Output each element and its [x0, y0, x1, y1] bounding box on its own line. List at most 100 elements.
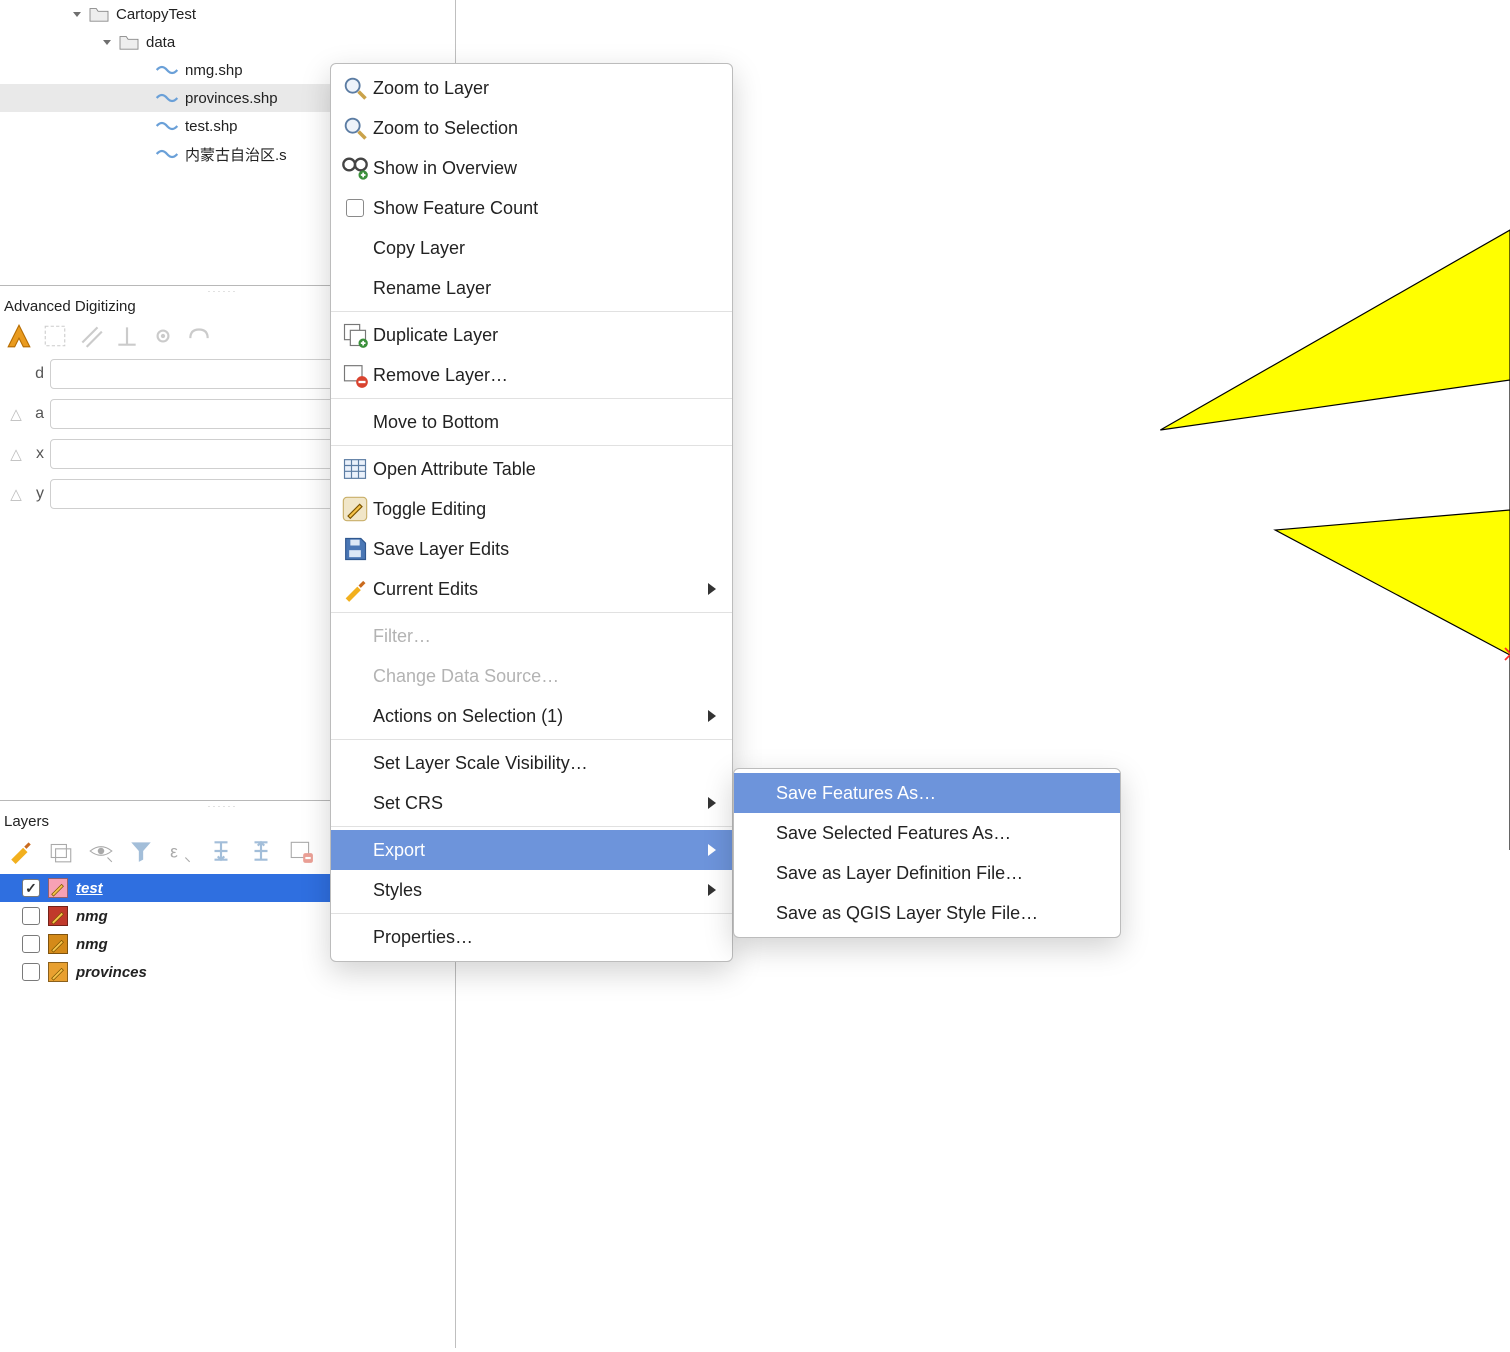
delta-lock-icon[interactable]: △ — [6, 485, 26, 503]
submenu-item-label: Save as QGIS Layer Style File… — [776, 903, 1104, 924]
menu-item-label: Current Edits — [373, 579, 708, 600]
menu-item[interactable]: Save Layer Edits — [331, 529, 732, 569]
menu-item-label: Actions on Selection (1) — [373, 706, 708, 727]
overview-icon — [341, 156, 369, 180]
menu-icon-empty — [341, 236, 369, 260]
menu-item-label: Remove Layer… — [373, 365, 716, 386]
submenu-item[interactable]: Save Selected Features As… — [734, 813, 1120, 853]
menu-icon-empty — [744, 901, 772, 925]
submenu-item[interactable]: Save as Layer Definition File… — [734, 853, 1120, 893]
menu-item[interactable]: Set Layer Scale Visibility… — [331, 743, 732, 783]
menu-item-label: Set CRS — [373, 793, 708, 814]
duplicate-icon — [341, 323, 369, 347]
submenu-item[interactable]: Save as QGIS Layer Style File… — [734, 893, 1120, 933]
menu-item[interactable]: Set CRS — [331, 783, 732, 823]
manage-visibility-icon[interactable] — [88, 838, 114, 864]
browser-item[interactable]: CartopyTest — [0, 0, 445, 28]
export-submenu: Save Features As… Save Selected Features… — [733, 768, 1121, 938]
menu-item[interactable]: Copy Layer — [331, 228, 732, 268]
menu-item[interactable]: Move to Bottom — [331, 402, 732, 442]
menu-separator — [331, 445, 732, 446]
menu-icon-empty — [744, 861, 772, 885]
add-group-icon[interactable] — [48, 838, 74, 864]
menu-item: Filter… — [331, 616, 732, 656]
current-edits-icon — [341, 577, 369, 601]
layer-row[interactable]: provinces — [0, 958, 445, 986]
folder-icon — [88, 5, 110, 23]
menu-separator — [331, 739, 732, 740]
browser-item-label: provinces.shp — [185, 90, 278, 107]
menu-item-label: Zoom to Layer — [373, 78, 716, 99]
zoom-select-icon — [341, 116, 369, 140]
cad-settings-icon[interactable] — [150, 323, 176, 349]
delta-lock-icon[interactable]: △ — [6, 405, 26, 423]
menu-item[interactable]: Show in Overview — [331, 148, 732, 188]
cad-enable-icon[interactable] — [6, 323, 32, 349]
layer-context-menu: Zoom to Layer Zoom to Selection Show in … — [330, 63, 733, 962]
cad-perpendicular-icon[interactable] — [114, 323, 140, 349]
menu-item-label: Move to Bottom — [373, 412, 716, 433]
remove-layer-icon[interactable] — [288, 838, 314, 864]
menu-item-label: Filter… — [373, 626, 716, 647]
menu-item[interactable]: Zoom to Selection — [331, 108, 732, 148]
browser-item-label: data — [146, 34, 175, 51]
menu-item[interactable]: Styles — [331, 870, 732, 910]
layer-symbol-swatch — [48, 962, 68, 982]
menu-item[interactable]: Export — [331, 830, 732, 870]
menu-item[interactable]: Open Attribute Table — [331, 449, 732, 489]
adv-input-label: d — [26, 365, 44, 383]
submenu-item-label: Save as Layer Definition File… — [776, 863, 1104, 884]
submenu-arrow-icon — [708, 884, 716, 896]
layer-visibility-checkbox[interactable] — [22, 907, 40, 925]
menu-item[interactable]: Rename Layer — [331, 268, 732, 308]
menu-item-label: Set Layer Scale Visibility… — [373, 753, 716, 774]
menu-item-label: Save Layer Edits — [373, 539, 716, 560]
adv-input-label: y — [26, 485, 44, 503]
menu-separator — [331, 612, 732, 613]
menu-item[interactable]: Actions on Selection (1) — [331, 696, 732, 736]
menu-item[interactable]: Remove Layer… — [331, 355, 732, 395]
menu-icon-empty — [341, 276, 369, 300]
menu-icon-empty — [341, 791, 369, 815]
delta-lock-icon[interactable]: △ — [6, 445, 26, 463]
browser-item-label: test.shp — [185, 118, 238, 135]
submenu-item[interactable]: Save Features As… — [734, 773, 1120, 813]
menu-icon-empty — [341, 925, 369, 949]
layer-visibility-checkbox[interactable]: ✓ — [22, 879, 40, 897]
folder-icon — [118, 33, 140, 51]
menu-item[interactable]: Current Edits — [331, 569, 732, 609]
menu-item-label: Duplicate Layer — [373, 325, 716, 346]
layer-visibility-checkbox[interactable] — [22, 963, 40, 981]
menu-item-label: Open Attribute Table — [373, 459, 716, 480]
menu-separator — [331, 913, 732, 914]
layer-name-label: provinces — [76, 964, 147, 981]
shapefile-icon — [155, 61, 179, 79]
table-icon — [341, 457, 369, 481]
menu-item[interactable]: Zoom to Layer — [331, 68, 732, 108]
cad-construction-icon[interactable] — [42, 323, 68, 349]
expand-all-icon[interactable] — [208, 838, 234, 864]
cad-parallel-icon[interactable] — [78, 323, 104, 349]
menu-item-label: Show in Overview — [373, 158, 716, 179]
menu-item[interactable]: Toggle Editing — [331, 489, 732, 529]
menu-item-label: Rename Layer — [373, 278, 716, 299]
menu-item[interactable]: Properties… — [331, 917, 732, 957]
expression-filter-icon[interactable]: ε — [168, 838, 194, 864]
layer-visibility-checkbox[interactable] — [22, 935, 40, 953]
browser-item[interactable]: data — [0, 28, 445, 56]
disclosure-triangle-icon[interactable] — [100, 35, 114, 49]
menu-item[interactable]: Show Feature Count — [331, 188, 732, 228]
layer-styling-icon[interactable] — [8, 838, 34, 864]
menu-icon-empty — [744, 781, 772, 805]
collapse-all-icon[interactable] — [248, 838, 274, 864]
remove-icon — [341, 363, 369, 387]
menu-icon-empty — [341, 624, 369, 648]
submenu-arrow-icon — [708, 710, 716, 722]
svg-text:ε: ε — [170, 842, 178, 862]
cad-snap-icon[interactable] — [186, 323, 212, 349]
submenu-arrow-icon — [708, 583, 716, 595]
disclosure-triangle-icon[interactable] — [70, 7, 84, 21]
filter-legend-icon[interactable] — [128, 838, 154, 864]
menu-item[interactable]: Duplicate Layer — [331, 315, 732, 355]
menu-icon-empty — [341, 410, 369, 434]
